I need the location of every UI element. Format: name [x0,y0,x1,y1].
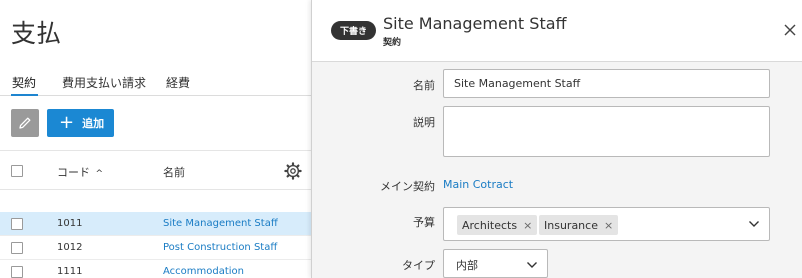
name-field-value: Site Management Staff [454,77,581,90]
main-contract-link[interactable]: Main Cotract [443,178,513,191]
budget-label: 予算 [413,216,435,229]
budget-chip: Architects × [457,215,538,235]
tab-expenses[interactable]: 経費 [166,74,190,91]
row-name-link[interactable]: Site Management Staff [163,218,278,229]
budget-chip: Insurance × [539,215,619,235]
row-code: 1111 [57,266,83,277]
row-checkbox[interactable] [11,218,23,230]
edit-button[interactable] [11,109,39,137]
status-badge: 下書き [331,21,376,40]
table-row[interactable]: 1011 Site Management Staff [0,212,311,236]
remove-chip-icon[interactable]: × [523,219,532,232]
chevron-down-icon[interactable] [748,219,760,229]
main-contract-label: メイン契約 [380,180,435,193]
select-all-checkbox[interactable] [11,165,23,177]
add-button-label: 追加 [82,117,105,130]
description-field[interactable] [443,106,770,157]
plus-icon: + [59,112,75,133]
row-name-link[interactable]: Accommodation [163,266,244,277]
row-checkbox[interactable] [11,266,23,278]
tab-contracts[interactable]: 契約 [12,74,36,91]
table-header: コード ^ 名前 [0,150,311,190]
panel-subtitle: 契約 [383,38,402,48]
row-code: 1011 [57,218,83,229]
column-header-code-label: コード [57,166,90,179]
type-select-value: 内部 [456,259,478,272]
close-icon[interactable] [782,22,798,38]
sort-ascending-icon: ^ [95,169,104,179]
pencil-icon [19,117,31,129]
active-tab-indicator [11,94,38,96]
page-title: 支払 [11,19,62,48]
budget-multiselect[interactable]: Architects × Insurance × [443,207,770,241]
column-header-code[interactable]: コード ^ [57,164,103,180]
description-label: 説明 [413,116,435,129]
table-row[interactable]: 1012 Post Construction Staff [0,236,311,260]
tab-bar: 契約 費用支払い請求 経費 [0,66,311,96]
table-row[interactable]: 1111 Accommodation [0,260,311,278]
panel-title: Site Management Staff [383,14,567,33]
row-name-link[interactable]: Post Construction Staff [163,242,277,253]
row-checkbox[interactable] [11,242,23,254]
type-label: タイプ [402,259,435,272]
panel-header: 下書き Site Management Staff 契約 [312,0,802,62]
contract-detail-panel: 下書き Site Management Staff 契約 名前 Site Man… [311,0,802,278]
remove-chip-icon[interactable]: × [604,219,613,232]
name-label: 名前 [413,79,435,92]
contracts-list-page: 支払 契約 費用支払い請求 経費 + 追加 コード ^ 名前 1011 Site… [0,0,311,278]
name-field[interactable]: Site Management Staff [443,69,770,98]
budget-chip-label: Insurance [544,218,598,232]
gear-icon[interactable] [284,162,302,180]
budget-chip-label: Architects [462,218,518,232]
add-button[interactable]: + 追加 [47,109,114,137]
row-code: 1012 [57,242,83,253]
column-header-name[interactable]: 名前 [163,164,185,180]
type-select[interactable]: 内部 [443,249,548,278]
tab-expense-claims[interactable]: 費用支払い請求 [62,74,146,91]
chevron-down-icon [527,262,537,268]
